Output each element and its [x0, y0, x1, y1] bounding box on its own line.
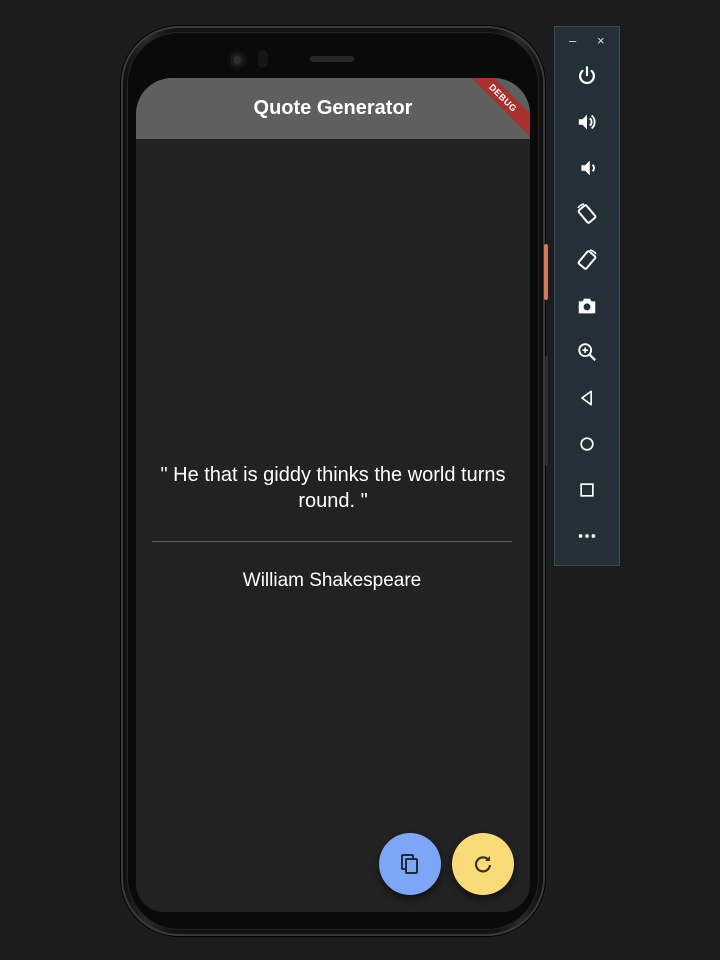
- earpiece-speaker: [310, 56, 354, 62]
- more-icon: [578, 534, 596, 538]
- home-icon: [580, 437, 594, 451]
- more-button[interactable]: [572, 521, 602, 551]
- power-icon: [579, 66, 595, 85]
- overview-icon: [580, 483, 594, 497]
- app-bar: Quote Generator: [136, 78, 530, 139]
- toolbar-window-controls: – ×: [555, 33, 619, 49]
- rotate-right-icon: [577, 249, 597, 270]
- rotate-right-button[interactable]: [572, 245, 602, 275]
- minimize-button[interactable]: –: [569, 33, 576, 48]
- app-title: Quote Generator: [253, 97, 413, 119]
- screenshot-button[interactable]: [572, 291, 602, 321]
- close-button[interactable]: ×: [597, 33, 605, 48]
- rotate-left-icon: [577, 203, 597, 224]
- phone-frame: Quote Generator DEBUG " He that is giddy…: [121, 26, 548, 936]
- volume-up-button[interactable]: [572, 107, 602, 137]
- volume-down-button[interactable]: [572, 153, 602, 183]
- home-button[interactable]: [572, 429, 602, 459]
- overview-button[interactable]: [572, 475, 602, 505]
- rotate-left-button[interactable]: [572, 199, 602, 229]
- refresh-icon: [474, 856, 492, 873]
- emulator-toolbar: – ×: [554, 26, 620, 566]
- app-screen: Quote Generator DEBUG " He that is giddy…: [136, 78, 530, 912]
- back-button[interactable]: [572, 383, 602, 413]
- back-icon: [581, 390, 592, 406]
- copy-button[interactable]: [379, 833, 441, 895]
- zoom-button[interactable]: [572, 337, 602, 367]
- phone-side-button: [544, 244, 548, 300]
- phone-side-button-lower: [545, 356, 548, 466]
- zoom-icon: [578, 343, 597, 362]
- quote-text: " He that is giddy thinks the world turn…: [160, 464, 506, 512]
- volume-up-icon: [578, 114, 596, 130]
- power-button[interactable]: [572, 61, 602, 91]
- camera-icon: [578, 298, 596, 314]
- copy-icon: [401, 854, 418, 874]
- volume-down-icon: [581, 160, 595, 176]
- refresh-button[interactable]: [452, 833, 514, 895]
- front-camera: [227, 50, 247, 70]
- quote-divider: [152, 541, 512, 542]
- quote-author: William Shakespeare: [242, 570, 422, 591]
- proximity-sensor: [258, 50, 268, 68]
